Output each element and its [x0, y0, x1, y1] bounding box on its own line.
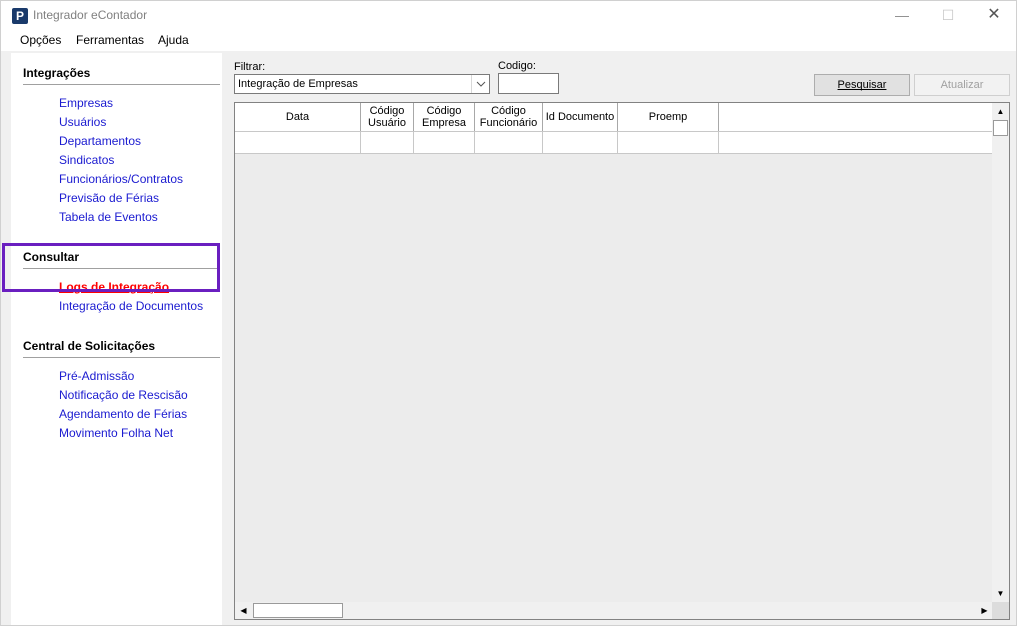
table-cell[interactable]: [475, 132, 543, 153]
vertical-scroll-thumb[interactable]: [993, 120, 1008, 136]
column-header-codigo-empresa[interactable]: Código Empresa: [414, 103, 475, 131]
filter-label: Filtrar:: [234, 61, 266, 73]
sidebar-item-notificacao-rescisao[interactable]: Notificação de Rescisão: [59, 388, 188, 402]
table-cell[interactable]: [618, 132, 719, 153]
sidebar-item-empresas[interactable]: Empresas: [59, 96, 113, 110]
table-cell[interactable]: [414, 132, 475, 153]
menu-opcoes[interactable]: Opções: [20, 33, 61, 47]
search-button[interactable]: Pesquisar: [814, 74, 910, 96]
sidebar-item-pre-admissao[interactable]: Pré-Admissão: [59, 369, 134, 383]
close-button[interactable]: ✕: [971, 1, 1016, 29]
minimize-button[interactable]: —: [879, 1, 925, 29]
results-grid: Data Código Usuário Código Empresa Códig…: [234, 102, 1010, 620]
table-row[interactable]: [235, 132, 993, 154]
sidebar-item-sindicatos[interactable]: Sindicatos: [59, 153, 114, 167]
update-button[interactable]: Atualizar: [914, 74, 1010, 96]
menu-bar: Opções Ferramentas Ajuda: [1, 29, 1016, 51]
section-title-central-solicitacoes: Central de Solicitações: [23, 339, 156, 353]
sidebar-item-integracao-documentos[interactable]: Integração de Documentos: [59, 299, 203, 313]
sidebar-item-usuarios[interactable]: Usuários: [59, 115, 106, 129]
sidebar-item-funcionarios-contratos[interactable]: Funcionários/Contratos: [59, 172, 183, 186]
table-cell[interactable]: [235, 132, 361, 153]
scroll-right-icon[interactable]: ▶: [976, 602, 993, 619]
scroll-down-icon[interactable]: ▼: [992, 585, 1009, 602]
table-cell[interactable]: [361, 132, 414, 153]
section-title-integracoes: Integrações: [23, 66, 91, 80]
column-header-data[interactable]: Data: [235, 103, 361, 131]
section-divider: [23, 357, 220, 358]
code-input[interactable]: [498, 73, 559, 94]
section-divider: [23, 84, 220, 85]
consultar-highlight-box: [2, 243, 220, 292]
search-button-label: Pesquisar: [837, 79, 887, 91]
menu-ferramentas[interactable]: Ferramentas: [76, 33, 144, 47]
resize-grip: [992, 602, 1009, 619]
code-label: Codigo:: [498, 60, 536, 72]
scroll-left-icon[interactable]: ◀: [235, 602, 252, 619]
sidebar-item-movimento-folha-net[interactable]: Movimento Folha Net: [59, 426, 173, 440]
grid-header: Data Código Usuário Código Empresa Códig…: [235, 103, 993, 132]
column-header-id-documento[interactable]: Id Documento: [543, 103, 618, 131]
app-window: P Integrador eContador — ☐ ✕ Opções Ferr…: [0, 0, 1017, 626]
column-header-proemp[interactable]: Proemp: [618, 103, 719, 131]
title-bar: P Integrador eContador — ☐ ✕: [1, 1, 1016, 29]
scroll-up-icon[interactable]: ▲: [992, 103, 1009, 120]
filter-dropdown[interactable]: Integração de Empresas: [234, 74, 490, 94]
sidebar-item-departamentos[interactable]: Departamentos: [59, 134, 141, 148]
filter-dropdown-value: Integração de Empresas: [238, 78, 358, 90]
sidebar-item-previsao-ferias[interactable]: Previsão de Férias: [59, 191, 159, 205]
horizontal-scroll-thumb[interactable]: [253, 603, 343, 618]
column-header-codigo-funcionario[interactable]: Código Funcionário: [475, 103, 543, 131]
maximize-button[interactable]: ☐: [925, 1, 971, 29]
horizontal-scrollbar[interactable]: ◀ ▶: [235, 602, 993, 619]
chevron-down-icon[interactable]: [471, 75, 489, 93]
menu-ajuda[interactable]: Ajuda: [158, 33, 189, 47]
sidebar-item-tabela-eventos[interactable]: Tabela de Eventos: [59, 210, 158, 224]
column-header-codigo-usuario[interactable]: Código Usuário: [361, 103, 414, 131]
table-cell[interactable]: [543, 132, 618, 153]
vertical-scrollbar[interactable]: ▲ ▼: [992, 103, 1009, 602]
window-title: Integrador eContador: [33, 8, 148, 22]
sidebar-item-agendamento-ferias[interactable]: Agendamento de Férias: [59, 407, 187, 421]
app-logo-icon: P: [12, 8, 28, 24]
sidebar: Integrações Empresas Usuários Departamen…: [11, 53, 222, 625]
